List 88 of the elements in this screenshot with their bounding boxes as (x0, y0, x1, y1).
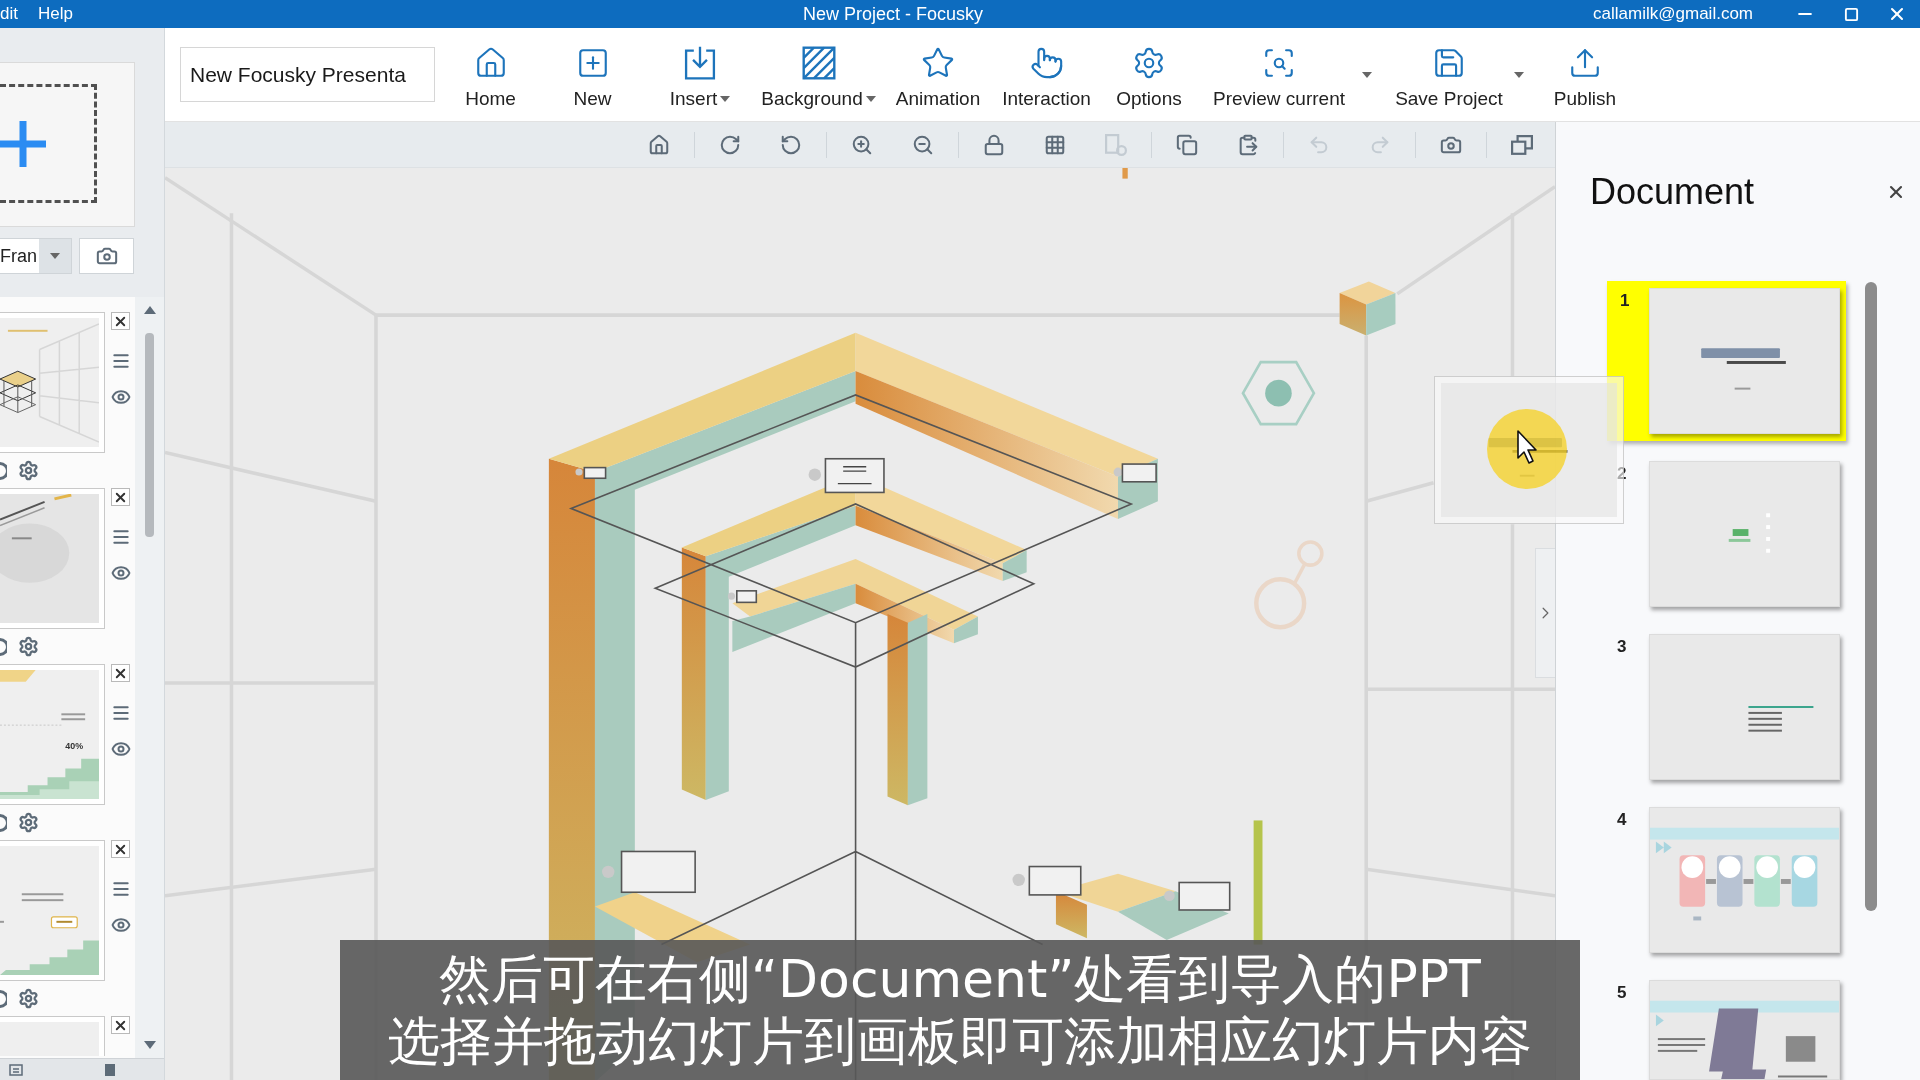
remove-frame-button[interactable] (111, 312, 130, 330)
slide-thumbnail-drawing[interactable] (1649, 980, 1840, 1080)
scrollbar[interactable] (1865, 282, 1877, 911)
eye-icon[interactable] (110, 739, 131, 759)
preview-button[interactable]: Preview current (1200, 34, 1358, 115)
interaction-button[interactable]: Interaction (995, 34, 1098, 115)
slide-item[interactable]: 1 (1607, 281, 1846, 441)
slide-thumbnail-drawing[interactable] (1649, 634, 1840, 780)
panel-toggle-button[interactable] (1535, 548, 1555, 678)
list-icon[interactable] (9, 1063, 23, 1076)
scrollbar-track[interactable] (135, 297, 164, 1058)
square-icon[interactable] (105, 1063, 115, 1076)
gear-icon[interactable] (18, 636, 39, 657)
add-frame-button[interactable] (0, 84, 97, 203)
slide-item[interactable]: 3 (1607, 627, 1846, 787)
ring-icon[interactable] (0, 989, 7, 1008)
hatched-square-icon (801, 45, 836, 80)
frame-thumbnail[interactable] (0, 1016, 105, 1056)
menu-icon[interactable] (110, 527, 131, 547)
remove-frame-button[interactable] (111, 1016, 130, 1034)
slide-item[interactable]: 5 (1607, 973, 1846, 1080)
menu-item[interactable]: dit (0, 4, 18, 24)
gear-icon[interactable] (18, 460, 39, 481)
cursor-icon (1487, 409, 1567, 489)
background-button[interactable]: Background (756, 34, 881, 115)
settings-icon (1132, 45, 1166, 80)
save-button[interactable]: Save Project (1388, 34, 1510, 115)
remove-frame-button[interactable] (111, 840, 130, 858)
star-icon (921, 45, 955, 80)
grid-icon[interactable] (1044, 133, 1066, 156)
account-email[interactable]: callamilk@gmail.com (1593, 4, 1753, 24)
scroll-down-icon[interactable] (143, 1041, 156, 1049)
copy-icon[interactable] (1176, 133, 1198, 156)
slide-thumbnail-drawing[interactable] (1649, 461, 1840, 607)
caret-icon[interactable] (1514, 72, 1524, 78)
gear-icon[interactable] (18, 988, 39, 1009)
new-button[interactable]: New (541, 34, 644, 115)
animation-button[interactable]: Animation (881, 34, 995, 115)
paste-icon[interactable] (1237, 133, 1259, 156)
slide-item[interactable]: 4 (1607, 800, 1846, 960)
eye-icon[interactable] (110, 387, 131, 407)
rotate-left-icon[interactable] (780, 133, 802, 156)
caret-icon[interactable] (1362, 72, 1372, 78)
menu-icon[interactable] (110, 879, 131, 899)
menu-item[interactable]: Help (37, 4, 73, 24)
rotate-right-icon[interactable] (719, 133, 741, 156)
window-title: New Project - Focusky (803, 3, 984, 25)
scroll-thumb[interactable] (145, 333, 154, 537)
options-button[interactable]: Options (1098, 34, 1200, 115)
subtitle-line: 然后可在右侧“Document”处看到导入的PPT (439, 948, 1481, 1010)
slide-thumbnail-drawing[interactable] (1649, 807, 1840, 953)
subtitle-line: 选择并拖动幻灯片到画板即可添加相应幻灯片内容 (388, 1010, 1532, 1072)
home-icon[interactable] (648, 133, 670, 156)
camera-icon (95, 245, 118, 267)
presentation-name-field[interactable]: New Focusky Presenta (180, 47, 435, 102)
ring-icon[interactable] (0, 813, 7, 832)
ring-icon[interactable] (0, 637, 7, 656)
frame-type-dropdown[interactable]: Fran (0, 238, 72, 274)
maximize-icon[interactable] (1843, 6, 1859, 22)
percent-label: 40% (65, 740, 84, 751)
panel-title: Document (1590, 170, 1755, 214)
frame-thumbnail[interactable]: 40% (0, 664, 105, 805)
overlapping-squares-icon[interactable] (1511, 133, 1533, 156)
ring-icon[interactable] (0, 461, 7, 480)
caret-icon (50, 253, 60, 259)
remove-frame-button[interactable] (111, 664, 130, 682)
zoom-out-icon[interactable] (912, 133, 934, 156)
lock-icon[interactable] (983, 133, 1005, 156)
caret-icon (720, 95, 731, 102)
tray-arrow-icon (683, 45, 717, 80)
cube-drawing (1339, 281, 1396, 336)
scroll-up-icon[interactable] (143, 306, 156, 314)
zoom-in-icon[interactable] (851, 133, 873, 156)
remove-frame-button[interactable] (111, 488, 130, 506)
slide-thumbnail-drawing[interactable] (1649, 288, 1840, 434)
publish-button[interactable]: Publish (1540, 34, 1630, 115)
menu-icon[interactable] (110, 703, 131, 723)
snapshot-button[interactable] (79, 238, 134, 274)
eye-icon[interactable] (110, 915, 131, 935)
eye-icon[interactable] (110, 563, 131, 583)
hand-pointer-icon (1029, 45, 1064, 80)
home-button[interactable]: Home (440, 34, 541, 115)
tick-mark-drawing (1122, 168, 1128, 179)
plus-icon (0, 120, 46, 167)
insert-button[interactable]: Insert (644, 34, 756, 115)
caret-icon (865, 95, 876, 102)
menu-icon[interactable] (110, 351, 131, 371)
gear-icon[interactable] (18, 812, 39, 833)
